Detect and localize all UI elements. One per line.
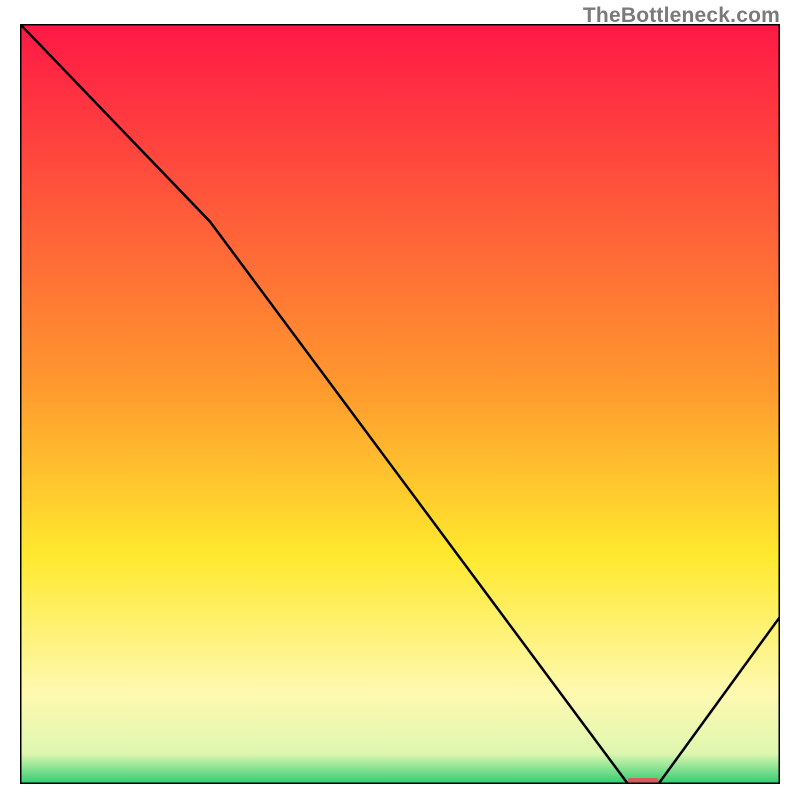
gradient-background	[20, 24, 780, 784]
chart-container	[20, 24, 780, 784]
chart-svg	[20, 24, 780, 784]
